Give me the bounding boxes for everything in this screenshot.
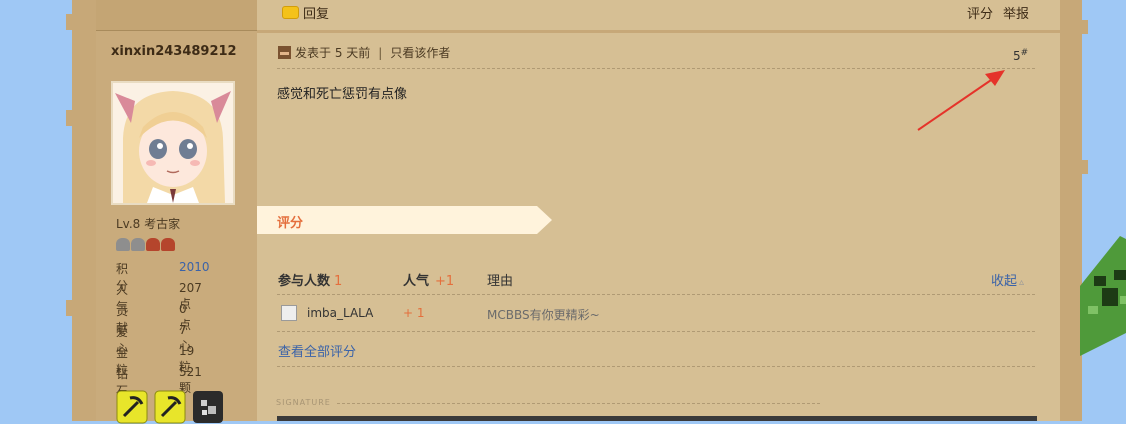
participants-header: 参与人数 1 [278, 270, 342, 289]
post-content-area: 回复 评分 举报 发表于 5 天前 | 只看该作者 5# 感觉和死亡惩罚有点像 评分… [257, 0, 1060, 421]
medal-icon [131, 238, 145, 251]
frame-notch [1080, 20, 1088, 34]
popularity-label: 人气 [403, 274, 430, 289]
frame-notch [66, 14, 74, 30]
avatar[interactable] [111, 81, 235, 205]
floor-mark: # [1020, 48, 1029, 58]
username-link[interactable]: xinxin243489212 [111, 44, 237, 59]
sidebar-top-strip [96, 0, 257, 31]
medal-icon [116, 238, 130, 251]
post-time: 发表于 5 天前 [295, 46, 371, 60]
reply-button[interactable]: 回复 [282, 3, 329, 22]
rater-avatar-icon[interactable] [281, 305, 297, 321]
avatar-image [113, 83, 233, 203]
stat-value-link[interactable]: 2010 [179, 260, 210, 274]
participants-label: 参与人数 [278, 274, 331, 289]
signature-image-strip [277, 416, 1037, 421]
user-badges [116, 390, 224, 424]
collapse-ratings-button[interactable]: 收起 ▵ [991, 270, 1024, 289]
signature-divider [337, 403, 820, 404]
rating-points: + 1 [403, 306, 425, 320]
signature-label: SIGNATURE [276, 398, 331, 407]
online-status-icon [278, 46, 291, 59]
level-medals [116, 238, 175, 251]
chevron-up-icon: ▵ [1019, 277, 1025, 288]
author-only-link[interactable]: 只看该作者 [390, 46, 450, 60]
post-action-bar: 回复 评分 举报 [257, 0, 1060, 33]
rating-reason: MCBBS有你更精彩~ [487, 308, 600, 322]
divider [277, 366, 1035, 367]
reply-icon [282, 6, 299, 19]
ribbon-tip [537, 206, 552, 234]
view-all-ratings-link[interactable]: 查看全部评分 [278, 341, 356, 360]
post-meta: 发表于 5 天前 | 只看该作者 [278, 44, 450, 61]
participants-count: 1 [334, 274, 343, 289]
meta-separator: | [378, 46, 383, 60]
collapse-label: 收起 [991, 274, 1018, 289]
pickaxe-badge-icon[interactable] [154, 390, 186, 424]
red-arrow-annotation [917, 70, 1005, 131]
medal-icon [146, 238, 160, 251]
divider [277, 294, 1035, 295]
popularity-header: 人气 +1 [403, 270, 454, 289]
report-button[interactable]: 举报 [1003, 3, 1029, 22]
user-level[interactable]: Lv.8 考古家 [116, 215, 180, 232]
reason-header: 理由 [487, 274, 514, 289]
rating-section-title: 评分 [277, 216, 304, 231]
right-frame [1060, 0, 1088, 421]
reply-label: 回复 [303, 7, 330, 22]
creeper-decoration-icon [1080, 236, 1126, 356]
frame-notch [66, 110, 74, 126]
rater-username[interactable]: imba_LALA [307, 306, 373, 320]
popularity-total: +1 [435, 274, 455, 289]
post-body: 感觉和死亡惩罚有点像 [277, 87, 408, 102]
divider [277, 331, 1035, 332]
medal-icon [161, 238, 175, 251]
floor-number[interactable]: 5# [1013, 48, 1028, 63]
left-frame [66, 0, 96, 421]
ore-badge-icon[interactable] [192, 390, 224, 424]
pickaxe-badge-icon[interactable] [116, 390, 148, 424]
floor-value: 5 [1013, 49, 1021, 63]
rate-button[interactable]: 评分 [967, 3, 993, 22]
frame-notch [66, 300, 74, 316]
user-sidebar: xinxin243489212 Lv.8 考古家 积分 2010 人气 207 … [96, 0, 258, 424]
frame-notch [1080, 160, 1088, 174]
rating-section-header: 评分 [257, 206, 552, 234]
